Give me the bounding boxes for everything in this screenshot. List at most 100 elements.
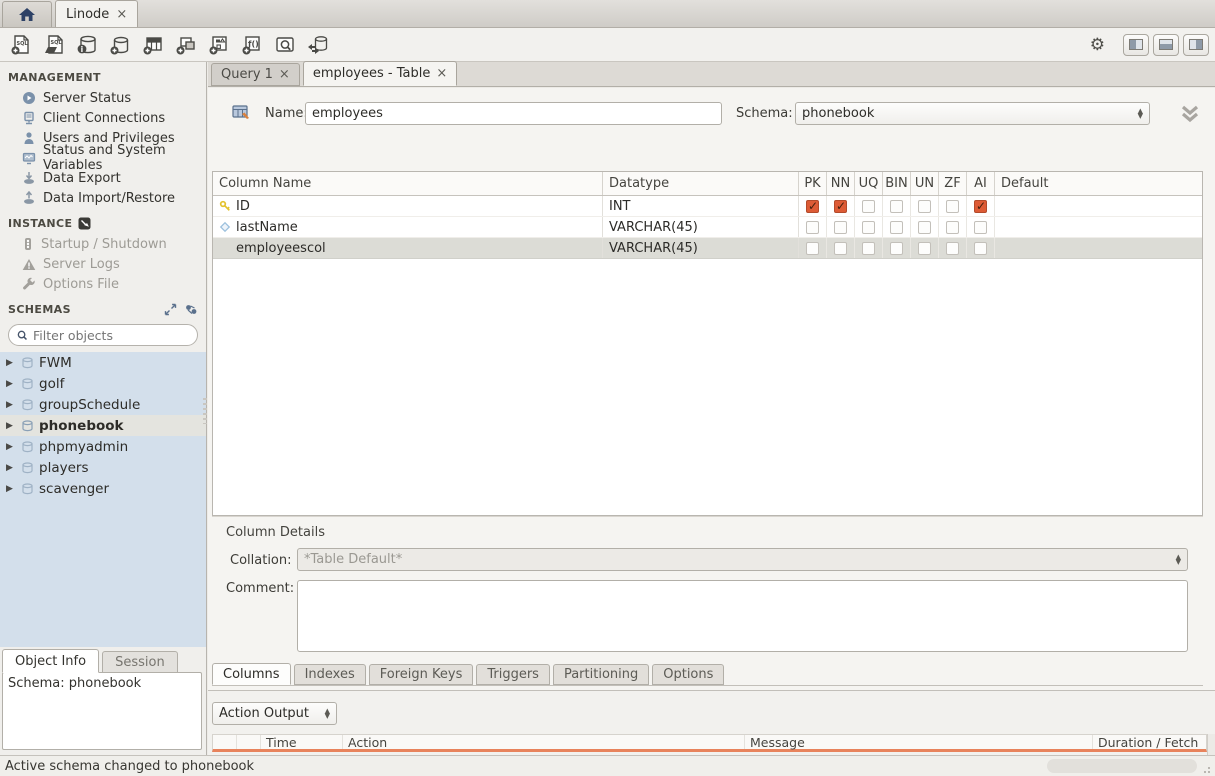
- collation-select[interactable]: *Table Default* ▲▼: [297, 548, 1188, 571]
- close-icon[interactable]: ×: [279, 67, 290, 82]
- schema-item-players[interactable]: ▶ players: [0, 457, 206, 478]
- header-nn[interactable]: NN: [827, 172, 855, 195]
- tab-session[interactable]: Session: [102, 651, 178, 673]
- header-column-name[interactable]: Column Name: [213, 172, 603, 195]
- output-selector[interactable]: Action Output ▲▼: [212, 702, 337, 725]
- checkbox-bin[interactable]: [890, 200, 903, 213]
- reconnect-dbms-icon[interactable]: [303, 31, 333, 59]
- header-time[interactable]: Time: [261, 735, 343, 749]
- preferences-gear-icon[interactable]: ⚙: [1090, 35, 1105, 55]
- schema-item-phonebook[interactable]: ▶ phonebook: [0, 415, 206, 436]
- comment-textarea[interactable]: [297, 580, 1188, 652]
- schema-filter-input[interactable]: [33, 328, 189, 343]
- connection-tab[interactable]: Linode ×: [55, 0, 138, 27]
- output-scrollbar[interactable]: [1207, 734, 1215, 755]
- header-ai[interactable]: AI: [967, 172, 995, 195]
- tab-employees-table[interactable]: employees - Table ×: [303, 61, 457, 86]
- checkbox-zf[interactable]: [946, 221, 959, 234]
- subtab-options[interactable]: Options: [652, 664, 724, 685]
- create-function-icon[interactable]: ƒ(): [237, 31, 267, 59]
- create-schema-icon[interactable]: [105, 31, 135, 59]
- checkbox-nn[interactable]: [834, 221, 847, 234]
- header-default[interactable]: Default: [995, 176, 1202, 191]
- schema-filter[interactable]: [8, 324, 198, 346]
- connection-tab-close-icon[interactable]: ×: [116, 7, 127, 22]
- toggle-right-panel-button[interactable]: [1183, 34, 1209, 56]
- header-action[interactable]: Action: [343, 735, 745, 749]
- header-zf[interactable]: ZF: [939, 172, 967, 195]
- resize-grip-icon[interactable]: [1203, 764, 1213, 774]
- sidebar-item-options-file[interactable]: Options File: [0, 274, 206, 294]
- checkbox-un[interactable]: [918, 200, 931, 213]
- column-row-employeescol[interactable]: employeescol VARCHAR(45): [213, 238, 1202, 259]
- checkbox-uq[interactable]: [862, 242, 875, 255]
- column-row-id[interactable]: ID INT: [213, 196, 1202, 217]
- sidebar-item-client-connections[interactable]: Client Connections: [0, 108, 206, 128]
- new-sql-tab-icon[interactable]: SQL: [6, 31, 36, 59]
- header-uq[interactable]: UQ: [855, 172, 883, 195]
- expander-icon[interactable]: ▶: [6, 442, 16, 452]
- checkbox-ai[interactable]: [974, 200, 987, 213]
- home-tab[interactable]: [2, 1, 52, 27]
- search-table-data-icon[interactable]: [270, 31, 300, 59]
- sidebar-item-server-logs[interactable]: Server Logs: [0, 254, 206, 274]
- header-pk[interactable]: PK: [799, 172, 827, 195]
- checkbox-pk[interactable]: [806, 221, 819, 234]
- header-duration-fetch[interactable]: Duration / Fetch: [1093, 735, 1206, 750]
- expander-icon[interactable]: ▶: [6, 421, 16, 431]
- instance-config-icon[interactable]: [78, 217, 91, 230]
- collapse-header-chevron-icon[interactable]: [1179, 104, 1201, 124]
- sidebar-item-system-variables[interactable]: Status and System Variables: [0, 148, 206, 168]
- header-datatype[interactable]: Datatype: [603, 172, 799, 195]
- expander-icon[interactable]: ▶: [6, 463, 16, 473]
- close-icon[interactable]: ×: [436, 66, 447, 81]
- checkbox-zf[interactable]: [946, 242, 959, 255]
- expander-icon[interactable]: ▶: [6, 358, 16, 368]
- create-table-icon[interactable]: [138, 31, 168, 59]
- checkbox-uq[interactable]: [862, 200, 875, 213]
- sidebar-item-server-status[interactable]: Server Status: [0, 88, 206, 108]
- subtab-foreign-keys[interactable]: Foreign Keys: [369, 664, 474, 685]
- schema-inspector-icon[interactable]: i: [72, 31, 102, 59]
- header-un[interactable]: UN: [911, 172, 939, 195]
- column-row-lastname[interactable]: lastName VARCHAR(45): [213, 217, 1202, 238]
- subtab-columns[interactable]: Columns: [212, 663, 291, 685]
- checkbox-un[interactable]: [918, 242, 931, 255]
- schema-item-phpmyadmin[interactable]: ▶ phpmyadmin: [0, 436, 206, 457]
- schema-item-golf[interactable]: ▶ golf: [0, 373, 206, 394]
- toggle-bottom-panel-button[interactable]: [1153, 34, 1179, 56]
- expand-schemas-icon[interactable]: [164, 303, 177, 316]
- checkbox-uq[interactable]: [862, 221, 875, 234]
- checkbox-zf[interactable]: [946, 200, 959, 213]
- checkbox-ai[interactable]: [974, 242, 987, 255]
- checkbox-pk[interactable]: [806, 242, 819, 255]
- subtab-partitioning[interactable]: Partitioning: [553, 664, 649, 685]
- checkbox-bin[interactable]: [890, 221, 903, 234]
- expander-icon[interactable]: ▶: [6, 400, 16, 410]
- create-view-icon[interactable]: [171, 31, 201, 59]
- sidebar-item-data-import[interactable]: Data Import/Restore: [0, 188, 206, 208]
- table-name-input[interactable]: [305, 102, 722, 125]
- schema-select[interactable]: phonebook ▲▼: [795, 102, 1150, 125]
- sidebar-splitter[interactable]: [203, 398, 207, 424]
- tab-query-1[interactable]: Query 1 ×: [211, 63, 300, 86]
- subtab-triggers[interactable]: Triggers: [476, 664, 550, 685]
- checkbox-pk[interactable]: [806, 200, 819, 213]
- schema-item-fwm[interactable]: ▶ FWM: [0, 352, 206, 373]
- checkbox-un[interactable]: [918, 221, 931, 234]
- checkbox-nn[interactable]: [834, 200, 847, 213]
- subtab-indexes[interactable]: Indexes: [294, 664, 366, 685]
- checkbox-ai[interactable]: [974, 221, 987, 234]
- schema-item-scavenger[interactable]: ▶ scavenger: [0, 478, 206, 499]
- checkbox-nn[interactable]: [834, 242, 847, 255]
- checkbox-bin[interactable]: [890, 242, 903, 255]
- header-message[interactable]: Message: [745, 735, 1093, 749]
- tab-object-info[interactable]: Object Info: [2, 649, 99, 673]
- refresh-schemas-icon[interactable]: [184, 303, 198, 316]
- sidebar-item-startup-shutdown[interactable]: Startup / Shutdown: [0, 234, 206, 254]
- create-procedure-icon[interactable]: [204, 31, 234, 59]
- toggle-left-panel-button[interactable]: [1123, 34, 1149, 56]
- expander-icon[interactable]: ▶: [6, 379, 16, 389]
- schema-item-groupschedule[interactable]: ▶ groupSchedule: [0, 394, 206, 415]
- expander-icon[interactable]: ▶: [6, 484, 16, 494]
